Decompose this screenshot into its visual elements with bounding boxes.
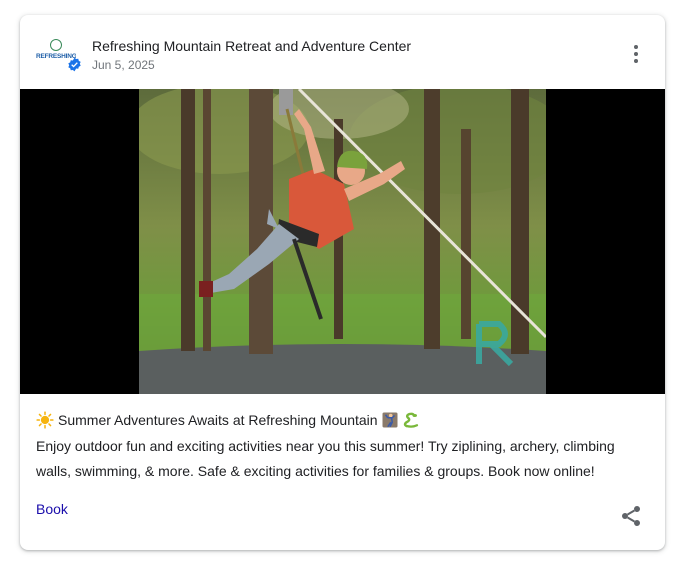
verified-badge-icon xyxy=(68,57,81,72)
zipline-photo[interactable] xyxy=(139,89,546,394)
sun-emoji-icon xyxy=(36,411,54,429)
dot xyxy=(634,45,638,49)
book-link[interactable]: Book xyxy=(36,501,68,517)
dot xyxy=(634,52,638,56)
business-name[interactable]: Refreshing Mountain Retreat and Adventur… xyxy=(92,38,411,54)
share-icon[interactable] xyxy=(619,504,643,528)
snake-emoji-icon xyxy=(403,412,418,428)
post-title: Summer Adventures Awaits at Refreshing M… xyxy=(36,409,636,431)
post-title-text: Summer Adventures Awaits at Refreshing M… xyxy=(58,412,378,428)
post-media[interactable] xyxy=(20,89,665,394)
person-climbing-emoji-icon xyxy=(382,412,398,428)
post-content: Summer Adventures Awaits at Refreshing M… xyxy=(36,409,636,484)
post-date: Jun 5, 2025 xyxy=(92,58,155,72)
logo-mark-icon xyxy=(50,39,62,51)
post-card: REFRESHING MOUNTAIN Refreshing Mountain … xyxy=(20,15,665,550)
post-body: Enjoy outdoor fun and exciting activitie… xyxy=(36,438,615,479)
business-avatar[interactable]: REFRESHING MOUNTAIN xyxy=(36,39,82,75)
post-header: REFRESHING MOUNTAIN Refreshing Mountain … xyxy=(20,15,665,89)
dot xyxy=(634,59,638,63)
more-options-icon[interactable] xyxy=(626,41,646,67)
